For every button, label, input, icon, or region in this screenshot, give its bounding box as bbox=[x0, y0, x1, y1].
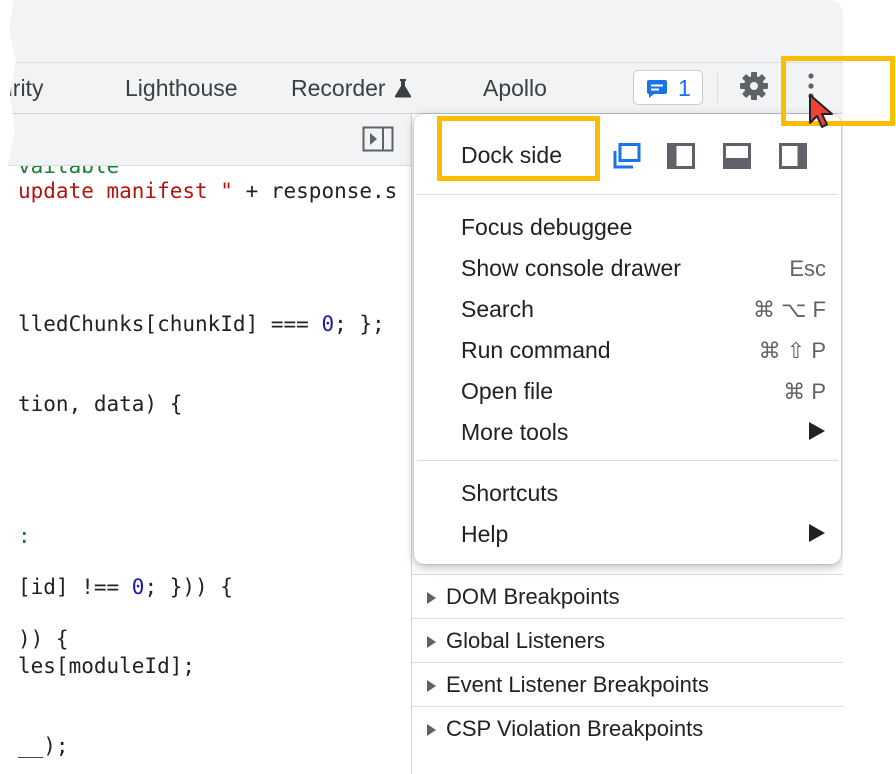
menu-item-shortcut: ⌘ ⌥ F bbox=[752, 297, 826, 322]
menu-item-label: Open file bbox=[461, 378, 554, 404]
devtools-window: urity Lighthouse Recorder Apollo 1 vaila… bbox=[0, 0, 843, 774]
section-csp-violation-breakpoints[interactable]: CSP Violation Breakpoints bbox=[412, 706, 843, 750]
code-token: vailable bbox=[18, 166, 120, 178]
code-line: __); bbox=[18, 734, 69, 758]
code-token: les[moduleId]; bbox=[18, 654, 196, 678]
menu-divider bbox=[417, 460, 838, 461]
expand-triangle-icon bbox=[427, 680, 436, 692]
menu-item-label: Search bbox=[461, 296, 534, 322]
section-label: CSP Violation Breakpoints bbox=[446, 716, 704, 741]
tab-apollo[interactable]: Apollo bbox=[483, 75, 547, 102]
menu-item-label: More tools bbox=[461, 419, 569, 445]
section-label: Global Listeners bbox=[446, 628, 605, 653]
section-global-listeners[interactable]: Global Listeners bbox=[412, 618, 843, 662]
menu-item-label: Shortcuts bbox=[461, 480, 559, 506]
expand-triangle-icon bbox=[427, 636, 436, 648]
tab-recorder[interactable]: Recorder bbox=[291, 75, 412, 104]
dock-right-icon[interactable] bbox=[779, 143, 807, 174]
mouse-cursor-icon bbox=[807, 93, 837, 134]
section-label: Event Listener Breakpoints bbox=[446, 672, 709, 697]
code-token: + response.s bbox=[232, 179, 398, 203]
torn-edge-decoration bbox=[0, 0, 16, 774]
panel-tab-bar: urity Lighthouse Recorder Apollo 1 bbox=[0, 62, 843, 114]
code-token: tion, data) { bbox=[18, 392, 183, 416]
code-editor[interactable]: vailable update manifest " + response.s … bbox=[0, 166, 412, 774]
beaker-icon bbox=[394, 77, 412, 104]
dock-side-label: Dock side bbox=[461, 142, 562, 168]
code-token: lledChunks[chunkId] === bbox=[18, 312, 322, 336]
code-line: update manifest " + response.s bbox=[18, 179, 397, 203]
editor-toolbar bbox=[0, 114, 412, 166]
code-line: )) { bbox=[18, 627, 69, 651]
code-token: ; }; bbox=[334, 312, 385, 336]
section-label: DOM Breakpoints bbox=[446, 584, 620, 609]
submenu-arrow-icon bbox=[809, 524, 825, 542]
code-token: __); bbox=[18, 734, 69, 758]
tab-recorder-label: Recorder bbox=[291, 75, 386, 101]
issues-chat-icon bbox=[646, 78, 668, 105]
toggle-debugger-pane-icon[interactable] bbox=[362, 126, 394, 157]
title-bar bbox=[0, 0, 843, 62]
toolbar-divider bbox=[717, 73, 718, 103]
code-line: lledChunks[chunkId] === 0; }; bbox=[18, 312, 385, 336]
code-line: tion, data) { bbox=[18, 392, 182, 416]
code-token: ; })) { bbox=[144, 575, 233, 599]
section-dom-breakpoints[interactable]: DOM Breakpoints bbox=[412, 574, 843, 618]
issues-count: 1 bbox=[678, 75, 691, 101]
code-line: [id] !== 0; })) { bbox=[18, 575, 233, 599]
expand-triangle-icon bbox=[427, 592, 436, 604]
customize-devtools-menu: Dock side Focus debuggee Show console dr… bbox=[414, 114, 841, 564]
expand-triangle-icon bbox=[427, 724, 436, 736]
menu-item-label: Run command bbox=[461, 337, 611, 363]
menu-item-label: Focus debuggee bbox=[461, 214, 633, 240]
code-line: les[moduleId]; bbox=[18, 654, 195, 678]
code-token: 0 bbox=[321, 312, 335, 336]
menu-item-shortcut: ⌘ P bbox=[783, 379, 826, 404]
menu-item-shortcut: Esc bbox=[789, 256, 826, 281]
code-token: update manifest " bbox=[18, 179, 233, 203]
tab-lighthouse[interactable]: Lighthouse bbox=[125, 75, 238, 102]
issues-counter-button[interactable]: 1 bbox=[633, 70, 703, 105]
code-token: [id] !== bbox=[18, 575, 132, 599]
menu-item-label: Help bbox=[461, 521, 509, 547]
settings-gear-icon[interactable] bbox=[738, 70, 770, 107]
code-token: )) { bbox=[18, 627, 69, 651]
code-token: 0 bbox=[131, 575, 145, 599]
dock-bottom-icon[interactable] bbox=[723, 143, 751, 174]
section-event-listener-breakpoints[interactable]: Event Listener Breakpoints bbox=[412, 662, 843, 706]
dock-left-icon[interactable] bbox=[667, 143, 695, 174]
undock-separate-window-icon[interactable] bbox=[613, 143, 641, 174]
menu-item-label: Show console drawer bbox=[461, 255, 681, 281]
code-line: vailable bbox=[18, 166, 119, 178]
submenu-arrow-icon bbox=[809, 422, 825, 440]
menu-item-shortcut: ⌘ ⇧ P bbox=[758, 338, 826, 363]
menu-divider bbox=[417, 194, 838, 195]
